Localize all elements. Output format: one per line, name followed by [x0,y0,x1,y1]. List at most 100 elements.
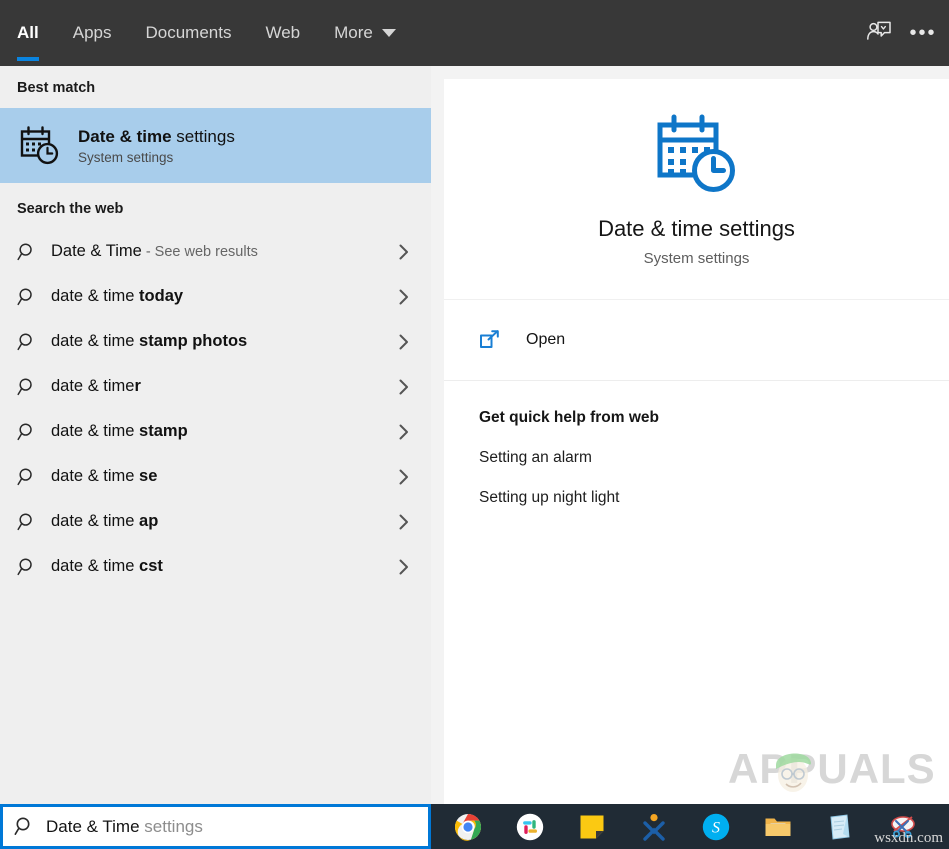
web-suggestion-row[interactable]: date & time ap [0,499,431,544]
search-icon [17,287,51,307]
web-suggestion-bold: today [139,287,184,305]
results-panel: Best match Date & time settings System s… [0,66,431,804]
tab-apps[interactable]: Apps [56,0,129,66]
chevron-right-icon [389,468,411,486]
search-icon [3,816,46,837]
web-suggestion-row[interactable]: date & time stamp [0,409,431,454]
chevron-right-icon [389,288,411,306]
preview-card: Date & time settings System settings Ope… [444,79,949,804]
web-suggestion-label: date & time stamp photos [51,332,389,351]
tab-all[interactable]: All [17,0,56,66]
tab-more[interactable]: More [317,0,413,66]
search-icon [17,377,51,397]
taskbar-sticky-notes-icon[interactable] [561,804,623,849]
best-match-subtitle: System settings [78,150,174,166]
web-suggestion-normal: date & time [51,377,135,395]
web-suggestion-label: date & time stamp [51,422,389,441]
search-input[interactable]: Date & Time settings [0,804,431,849]
taskbar-pinned-apps: S [437,804,933,849]
web-suggestion-label: date & time ap [51,512,389,531]
web-suggestion-label: Date & Time - See web results [51,242,389,261]
web-suggestion-normal: date & time [51,467,140,485]
web-suggestion-row[interactable]: date & time se [0,454,431,499]
best-match-title: Date & time settings [78,126,235,147]
web-suggestion-label: date & time today [51,287,389,306]
ellipsis-glyph: ••• [909,21,937,44]
chevron-right-icon [389,333,411,351]
svg-text:S: S [712,819,720,836]
best-match-heading: Best match [17,80,96,96]
open-external-icon [479,329,505,351]
best-match-text: Date & time settings System settings [78,126,235,165]
preview-title: Date & time settings [598,215,795,241]
search-icon [17,332,51,352]
web-suggestion-bold: se [139,467,158,485]
web-suggestion-row[interactable]: date & time today [0,274,431,319]
tab-web[interactable]: Web [248,0,317,66]
tab-active-underline [17,57,39,61]
web-suggestion-bold: stamp [139,422,188,440]
quick-help-link[interactable]: Setting up night light [479,489,949,507]
tab-bar-actions: ••• [855,0,949,66]
tab-documents-label: Documents [145,23,232,42]
web-suggestion-row[interactable]: date & time cst [0,544,431,589]
web-suggestion-label: date & time se [51,467,389,486]
search-input-text: Date & Time settings [46,817,203,837]
web-suggestion-normal: date & time [51,332,140,350]
tab-web-label: Web [265,23,301,42]
taskbar-skype-icon[interactable]: S [685,804,747,849]
taskbar-citrix-icon[interactable] [623,804,685,849]
taskbar-chrome-icon[interactable] [437,804,499,849]
calendar-clock-icon [17,123,63,169]
taskbar-slack-icon[interactable] [499,804,561,849]
web-suggestion-bold: stamp photos [139,332,248,350]
search-icon [17,422,51,442]
search-icon [17,512,51,532]
tab-apps-label: Apps [72,23,112,42]
preview-hero: Date & time settings System settings [444,79,949,300]
search-input-typed: Date & Time [46,816,140,836]
best-match-title-bold: Date & time [78,126,172,146]
person-feedback-icon[interactable] [855,0,903,66]
web-suggestion-suffix: - See web results [141,244,258,260]
ellipsis-icon[interactable]: ••• [903,0,949,66]
chevron-right-icon [389,378,411,396]
chevron-right-icon [389,558,411,576]
chevron-right-icon [389,423,411,441]
chevron-right-icon [389,513,411,531]
search-input-suggestion: settings [139,816,203,836]
preview-subtitle: System settings [643,250,750,268]
search-the-web-heading: Search the web [17,201,124,217]
preview-panel: Date & time settings System settings Ope… [431,66,949,804]
chevron-right-icon [389,243,411,261]
taskbar-notepad-icon[interactable] [809,804,871,849]
tab-more-label: More [334,23,373,42]
tab-all-label: All [17,23,39,42]
web-suggestion-bold: cst [139,557,163,575]
web-suggestion-normal: date & time [51,287,140,305]
open-action[interactable]: Open [479,329,565,351]
web-suggestion-bold: ap [139,512,159,530]
web-suggestion-row[interactable]: Date & Time - See web results [0,229,431,274]
calendar-clock-icon [654,111,740,202]
search-tab-bar: All Apps Documents Web More ••• [0,0,949,66]
search-icon [17,242,51,262]
quick-help-heading: Get quick help from web [479,409,659,426]
web-suggestion-normal: date & time [51,422,140,440]
taskbar-snipping-tool-icon[interactable] [871,804,933,849]
web-suggestion-normal: date & time [51,512,140,530]
taskbar-file-explorer-icon[interactable] [747,804,809,849]
web-suggestion-label: date & timer [51,377,389,396]
best-match-title-normal: settings [171,126,235,146]
tab-list: All Apps Documents Web More [0,0,413,66]
web-suggestion-row[interactable]: date & time stamp photos [0,319,431,364]
tab-documents[interactable]: Documents [128,0,248,66]
search-icon [17,467,51,487]
web-suggestion-normal: date & time [51,557,140,575]
quick-help-link[interactable]: Setting an alarm [479,449,949,467]
search-icon [17,557,51,577]
chevron-down-icon [381,29,396,37]
best-match-result[interactable]: Date & time settings System settings [0,108,431,183]
web-suggestion-row[interactable]: date & timer [0,364,431,409]
web-suggestion-normal: Date & Time [51,242,142,260]
